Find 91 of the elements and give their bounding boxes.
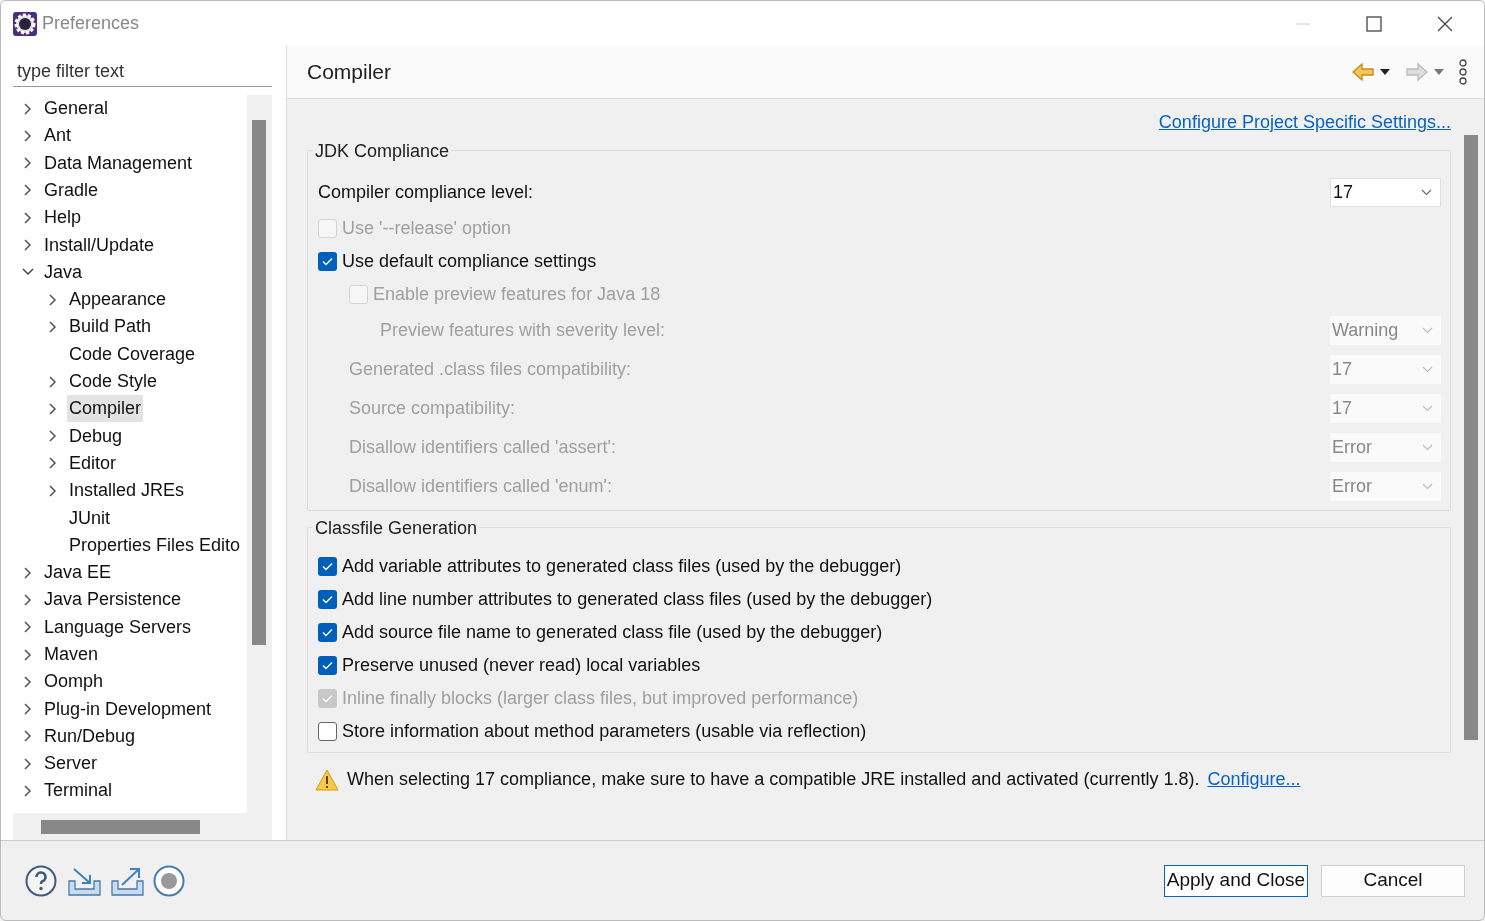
field-label: Generated .class files compatibility: (349, 358, 633, 381)
tree-item[interactable]: Compiler (67, 395, 144, 423)
chevron-down-icon (1422, 327, 1433, 334)
field-label: Preview features with severity level: (380, 319, 667, 342)
scrollbar-thumb[interactable] (41, 820, 200, 834)
window-title: Preferences (42, 12, 140, 35)
field-label: Disallow identifiers called 'assert': (349, 436, 617, 459)
help-icon (25, 864, 57, 897)
tree-item[interactable]: Debug (67, 422, 125, 450)
tree-item[interactable]: General (42, 95, 111, 123)
tree-item[interactable]: Server (42, 750, 99, 778)
field-label: Disallow identifiers called 'enum': (349, 475, 613, 498)
check-icon (322, 562, 333, 571)
dropdown: 17 (1330, 394, 1441, 423)
field-label: Source compatibility: (349, 397, 517, 420)
tree-item[interactable]: Oomph (42, 668, 106, 696)
dropdown: Error (1330, 433, 1441, 462)
checkbox-label: Add line number attributes to generated class files (used by the debugger) (342, 588, 933, 611)
apply-button[interactable]: Apply and Close (1164, 864, 1308, 897)
help-button[interactable] (25, 864, 57, 897)
tree-item[interactable]: Java EE (42, 559, 114, 587)
tree-item[interactable]: Gradle (42, 176, 101, 204)
checkbox-label: Add variable attributes to generated class files (used by the debugger) (342, 555, 902, 578)
tree-item[interactable]: Data Management (42, 149, 195, 177)
check-icon (322, 694, 333, 703)
checkbox[interactable] (318, 590, 337, 609)
tree-item[interactable]: Editor (67, 449, 119, 477)
check-icon (322, 257, 333, 266)
maximize-icon[interactable] (1365, 14, 1383, 33)
dropdown: Error (1330, 472, 1441, 501)
check-icon (322, 661, 333, 670)
checkbox-label: Inline finally blocks (larger class files, but improved performance) (342, 687, 859, 710)
dropdown: Warning (1330, 316, 1441, 345)
field-label: Compiler compliance level: (318, 181, 535, 204)
tree-item[interactable]: Help (42, 204, 84, 232)
scrollbar-thumb[interactable] (1464, 135, 1478, 740)
warning-icon (315, 768, 339, 791)
tree-item[interactable]: Code Style (67, 368, 160, 396)
left-arrow-icon (1352, 62, 1374, 82)
tree-item[interactable]: Properties Files Edito (67, 531, 243, 559)
tree-item[interactable]: Plug-in Development (42, 695, 214, 723)
configure-link[interactable]: Configure... (1207, 766, 1301, 793)
caret-icon (1434, 69, 1444, 75)
tree-item[interactable]: JUnit (67, 504, 112, 532)
horizontal-scrollbar[interactable] (13, 813, 248, 840)
vertical-scrollbar[interactable] (247, 94, 272, 840)
tree-item[interactable]: Install/Update (42, 231, 157, 259)
warning-message: When selecting 17 compliance, make sure to have a compatible JRE installed and activated (currently 1.8). (347, 768, 1200, 791)
checkbox-label: Enable preview features for Java 18 (373, 283, 661, 306)
tree-item[interactable]: Java Persistence (42, 586, 184, 614)
checkbox-label: Add source file name to generated class file (used by the debugger) (342, 621, 883, 644)
chevron-down-icon (1422, 366, 1433, 373)
checkbox[interactable] (318, 252, 337, 271)
checkbox[interactable] (318, 656, 337, 675)
chevron-down-icon (1422, 483, 1433, 490)
checkbox-label: Use default compliance settings (342, 250, 597, 273)
scrollbar-thumb[interactable] (252, 119, 267, 645)
chevron-down-icon (1422, 405, 1433, 412)
dropdown: 17 (1330, 355, 1441, 384)
right-arrow-icon (1406, 62, 1428, 82)
back-button[interactable] (1352, 62, 1390, 82)
chevron-down-icon (1421, 189, 1432, 196)
check-icon (322, 628, 333, 637)
dropdown[interactable]: 17 (1330, 178, 1441, 207)
checkbox[interactable] (318, 557, 337, 576)
checkbox-label: Use '--release' option (342, 217, 511, 240)
checkbox[interactable] (318, 722, 337, 741)
tree-item[interactable]: Ant (42, 122, 74, 150)
tree-item[interactable]: Terminal (42, 777, 115, 805)
tree-item[interactable]: Build Path (67, 313, 154, 341)
menu-icon[interactable] (1458, 59, 1468, 85)
tree-item[interactable]: Maven (42, 641, 101, 668)
tree-item[interactable]: Code Coverage (67, 340, 198, 368)
record-icon (153, 864, 185, 897)
tree-item[interactable]: Language Servers (42, 613, 194, 641)
page-title: Compiler (307, 59, 392, 86)
close-icon[interactable] (1436, 14, 1454, 33)
record-button[interactable] (153, 864, 185, 897)
caret-icon (1380, 69, 1390, 75)
check-icon (322, 595, 333, 604)
checkbox[interactable] (318, 623, 337, 642)
checkbox-label: Store information about method parameters (usable via reflection) (342, 720, 867, 743)
cancel-button[interactable]: Cancel (1321, 864, 1465, 897)
checkbox-label: Preserve unused (never read) local variables (342, 654, 701, 677)
tree-item[interactable]: Installed JREs (67, 477, 187, 505)
chevron-down-icon (1422, 444, 1433, 451)
tree-item[interactable]: Run/Debug (42, 722, 138, 750)
project-settings-link[interactable]: Configure Project Specific Settings... (1158, 109, 1451, 144)
tree-item[interactable]: Appearance (67, 286, 169, 314)
tree-item[interactable]: Java (42, 258, 85, 286)
gear-icon (12, 10, 38, 37)
